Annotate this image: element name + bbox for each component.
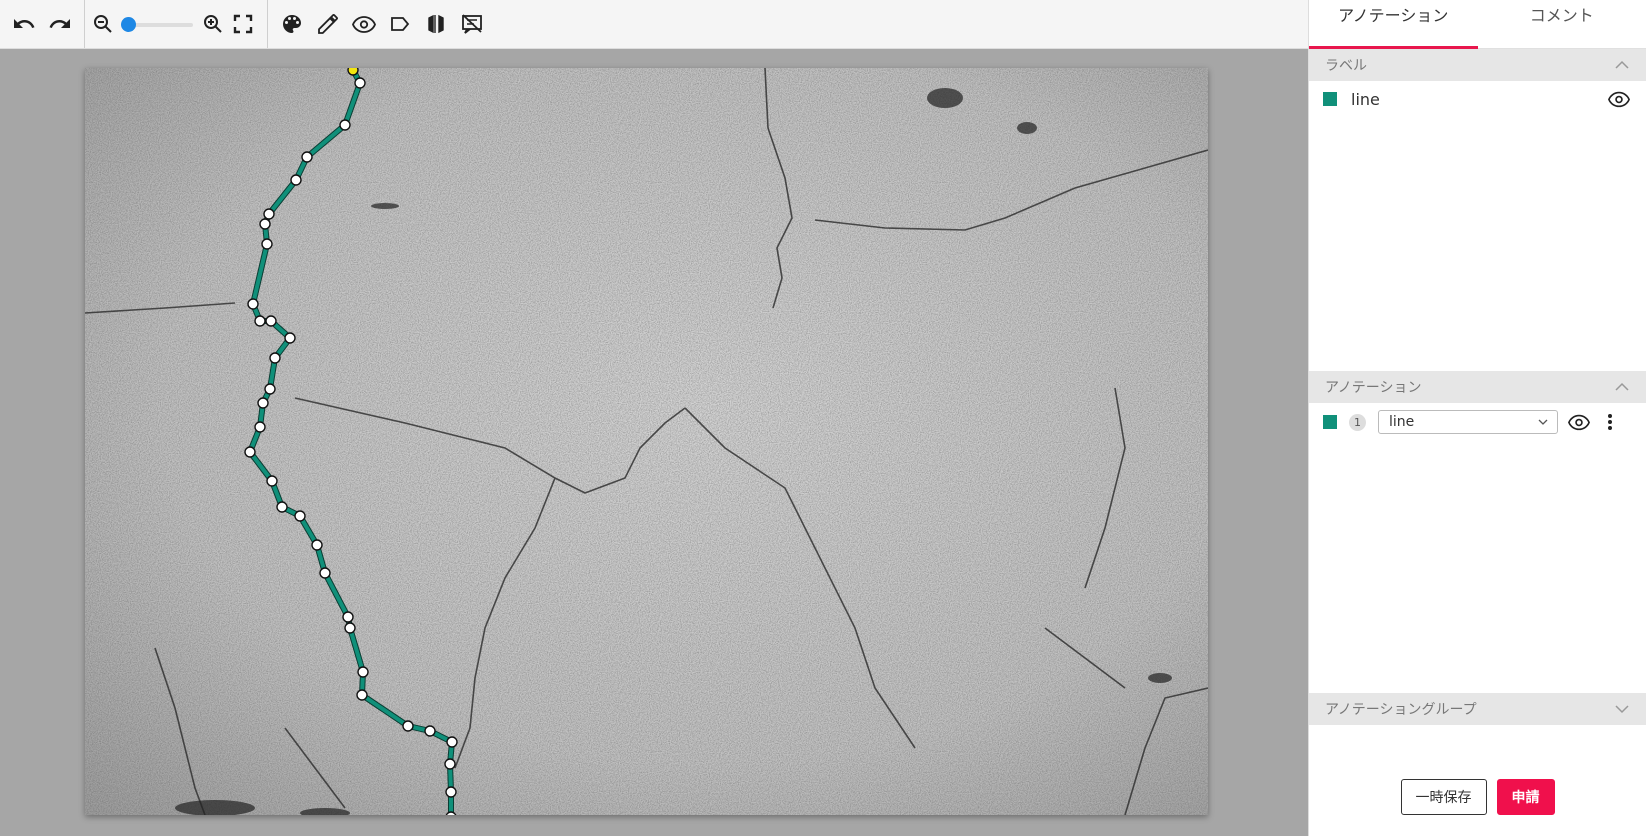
labels-section-body: line [1309,81,1646,371]
annotation-vertex[interactable] [266,475,278,487]
zoom-in-icon [204,15,222,33]
annotation-vertex[interactable] [290,174,302,186]
tools-group [268,0,496,48]
annotation-vertex[interactable] [354,77,366,89]
annotation-vertex[interactable] [247,298,259,310]
label-icon [391,17,410,31]
annotation-image[interactable] [85,68,1208,815]
annotation-label-select[interactable]: line [1378,410,1558,434]
annotation-vertex[interactable] [445,786,457,798]
flip-button[interactable] [418,6,454,42]
annotation-vertex[interactable] [344,622,356,634]
annotation-color-swatch [1323,415,1337,429]
groups-section-title: アノテーショングループ [1325,702,1477,718]
panel-tabs: アノテーション コメント [1309,0,1646,49]
zoom-out-button[interactable] [91,6,115,42]
annotation-vertex[interactable] [356,689,368,701]
palette-button[interactable] [274,6,310,42]
annotation-vertex[interactable] [244,446,256,458]
chevron-down-icon [1615,705,1629,714]
canvas-area[interactable] [0,49,1308,836]
annotation-vertex[interactable] [259,218,271,230]
annotation-vertex[interactable] [311,539,323,551]
label-color-swatch [1323,92,1337,106]
hide-comments-button[interactable] [454,6,490,42]
zoom-thumb[interactable] [121,17,136,32]
history-group [0,0,85,48]
annotation-vertex[interactable] [254,315,266,327]
annotation-label-value: line [1389,414,1415,430]
annotation-app: アノテーション コメント ラベル line アノテーション 1 line アノテ… [0,0,1646,836]
tab-comment[interactable]: コメント [1478,0,1646,48]
more-vert-icon [1608,414,1612,430]
annotation-vertex[interactable] [265,315,277,327]
zoom-slider[interactable] [119,14,197,34]
palette-icon [283,15,301,33]
eye-icon [1568,414,1590,431]
labels-section-header[interactable]: ラベル [1309,49,1646,81]
zoom-in-button[interactable] [201,6,225,42]
annotation-vertex[interactable] [402,720,414,732]
toolbar [0,0,1308,49]
annotation-vertex[interactable] [284,332,296,344]
annotations-section-header[interactable]: アノテーション [1309,371,1646,403]
redo-button[interactable] [42,6,78,42]
chevron-up-icon [1615,60,1629,69]
annotation-vertex[interactable] [261,238,273,250]
annotation-start-vertex[interactable] [347,68,359,76]
annotation-vertex[interactable] [254,421,266,433]
labels-section-title: ラベル [1325,58,1367,74]
annotation-vertex[interactable] [257,397,269,409]
annotation-vertex[interactable] [339,119,351,131]
annotation-item[interactable]: 1 line [1309,403,1646,441]
annotation-vertex[interactable] [269,352,281,364]
visibility-button[interactable] [346,6,382,42]
label-button[interactable] [382,6,418,42]
zoom-group [85,0,268,48]
groups-section-header[interactable]: アノテーショングループ [1309,693,1646,725]
zoom-out-icon [94,15,112,33]
eye-icon [352,16,376,33]
label-visibility-toggle[interactable] [1606,86,1632,112]
annotation-vertex[interactable] [263,208,275,220]
concrete-crack-image[interactable] [85,68,1208,815]
side-panel: アノテーション コメント ラベル line アノテーション 1 line アノテ… [1308,0,1646,836]
annotations-section-title: アノテーション [1325,380,1422,396]
annotation-index-badge: 1 [1349,413,1366,431]
annotation-vertex[interactable] [294,510,306,522]
annotation-more-button[interactable] [1600,409,1620,435]
undo-button[interactable] [6,6,42,42]
submit-button[interactable]: 申請 [1496,779,1555,815]
panel-footer: 一時保存 申請 [1309,758,1646,836]
annotation-vertex[interactable] [424,725,436,737]
pencil-icon [318,14,338,34]
pencil-button[interactable] [310,6,346,42]
chevron-up-icon [1615,382,1629,391]
redo-icon [49,19,70,28]
annotation-vertex[interactable] [446,736,458,748]
annotation-visibility-toggle[interactable] [1566,409,1592,435]
annotations-section-body: 1 line [1309,403,1646,693]
annotation-vertex[interactable] [342,611,354,623]
fit-screen-icon [233,14,253,34]
annotation-vertex[interactable] [264,383,276,395]
fit-screen-button[interactable] [225,6,261,42]
undo-icon [14,19,35,28]
label-item-name: line [1351,89,1380,109]
label-item[interactable]: line [1309,81,1646,117]
annotation-vertex[interactable] [319,567,331,579]
annotation-vertex[interactable] [276,501,288,513]
annotation-vertex[interactable] [301,151,313,163]
hide-comments-icon [462,14,482,34]
annotation-vertex[interactable] [357,666,369,678]
annotation-vertex[interactable] [444,758,456,770]
flip-icon [428,14,444,34]
temp-save-button[interactable]: 一時保存 [1400,779,1487,815]
tab-annotation[interactable]: アノテーション [1309,0,1478,49]
chevron-down-icon [1538,419,1548,425]
eye-icon [1608,91,1630,108]
